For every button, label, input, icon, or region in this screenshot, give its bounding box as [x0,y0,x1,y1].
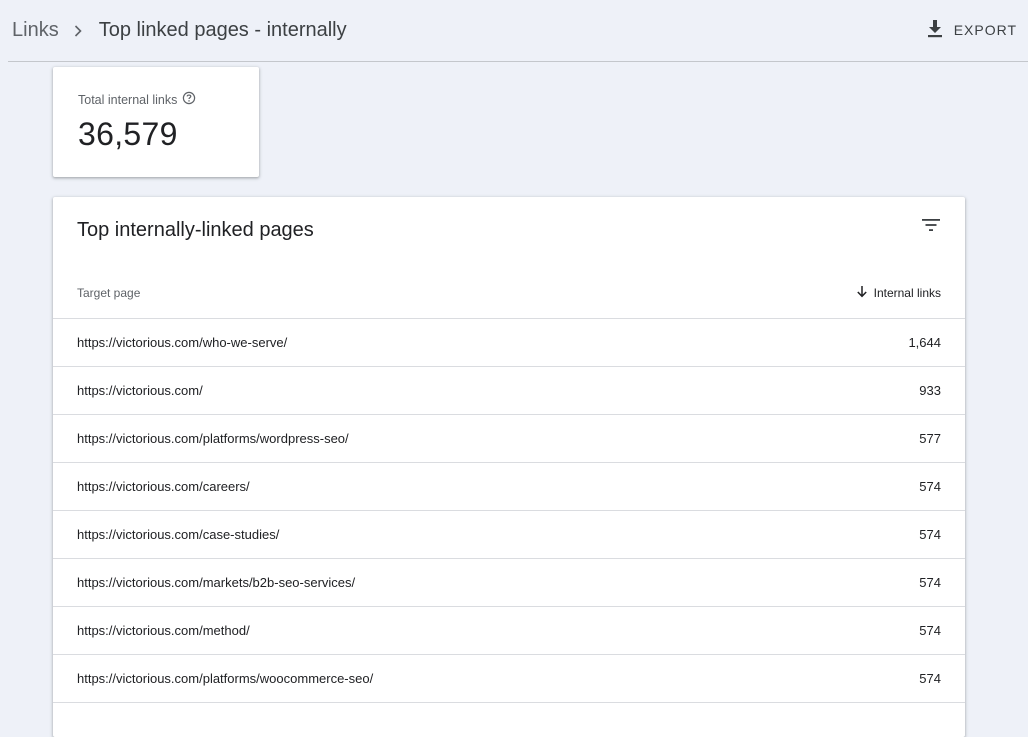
target-page-url: https://victorious.com/method/ [77,623,250,638]
internal-links-count: 577 [919,431,941,446]
table-title: Top internally-linked pages [77,219,314,241]
table-row[interactable]: https://victorious.com/method/ 574 [53,607,965,655]
chevron-right-icon [73,24,83,38]
internal-links-count: 574 [919,623,941,638]
target-page-url: https://victorious.com/platforms/wordpre… [77,431,349,446]
target-page-url: https://victorious.com/markets/b2b-seo-s… [77,575,356,590]
export-label: EXPORT [953,22,1017,38]
filter-icon [921,218,941,237]
table-body: https://victorious.com/who-we-serve/ 1,6… [53,319,965,703]
breadcrumb: Links Top linked pages - internally [8,0,347,61]
column-header-target-page[interactable]: Target page [77,286,140,300]
table-row[interactable]: https://victorious.com/platforms/woocomm… [53,655,965,703]
table-row[interactable]: https://victorious.com/careers/ 574 [53,463,965,511]
help-circle-icon[interactable] [182,91,196,108]
table-row[interactable]: https://victorious.com/platforms/wordpre… [53,415,965,463]
internal-links-count: 1,644 [908,335,941,350]
stat-value: 36,579 [78,116,178,152]
table-row[interactable]: https://victorious.com/case-studies/ 574 [53,511,965,559]
total-internal-links-card: Total internal links 36,579 [53,67,259,177]
target-page-url: https://victorious.com/who-we-serve/ [77,335,288,350]
table-row[interactable]: https://victorious.com/who-we-serve/ 1,6… [53,319,965,367]
target-page-url: https://victorious.com/ [77,383,203,398]
breadcrumb-links[interactable]: Links [12,19,59,42]
page-header: Links Top linked pages - internally EXPO… [8,0,1028,62]
internal-links-count: 574 [919,671,941,686]
internal-links-count: 574 [919,575,941,590]
export-button[interactable]: EXPORT [926,16,1017,44]
stat-label-row: Total internal links [78,91,235,108]
internal-links-count: 933 [919,383,941,398]
download-icon [926,19,944,42]
arrow-down-icon [856,285,868,301]
target-page-url: https://victorious.com/case-studies/ [77,527,280,542]
internal-links-count: 574 [919,479,941,494]
table-row[interactable]: https://victorious.com/ 933 [53,367,965,415]
column-header-internal-links[interactable]: Internal links [856,285,941,301]
table-row[interactable]: https://victorious.com/markets/b2b-seo-s… [53,559,965,607]
target-page-url: https://victorious.com/platforms/woocomm… [77,671,374,686]
top-pages-table-card: Top internally-linked pages Target page … [53,197,965,737]
page-title: Top linked pages - internally [98,19,347,41]
internal-links-count: 574 [919,527,941,542]
column-header-label: Internal links [873,285,941,300]
table-header: Target page Internal links [53,267,965,319]
target-page-url: https://victorious.com/careers/ [77,479,250,494]
filter-button[interactable] [919,215,943,239]
stat-label: Total internal links [78,92,178,107]
